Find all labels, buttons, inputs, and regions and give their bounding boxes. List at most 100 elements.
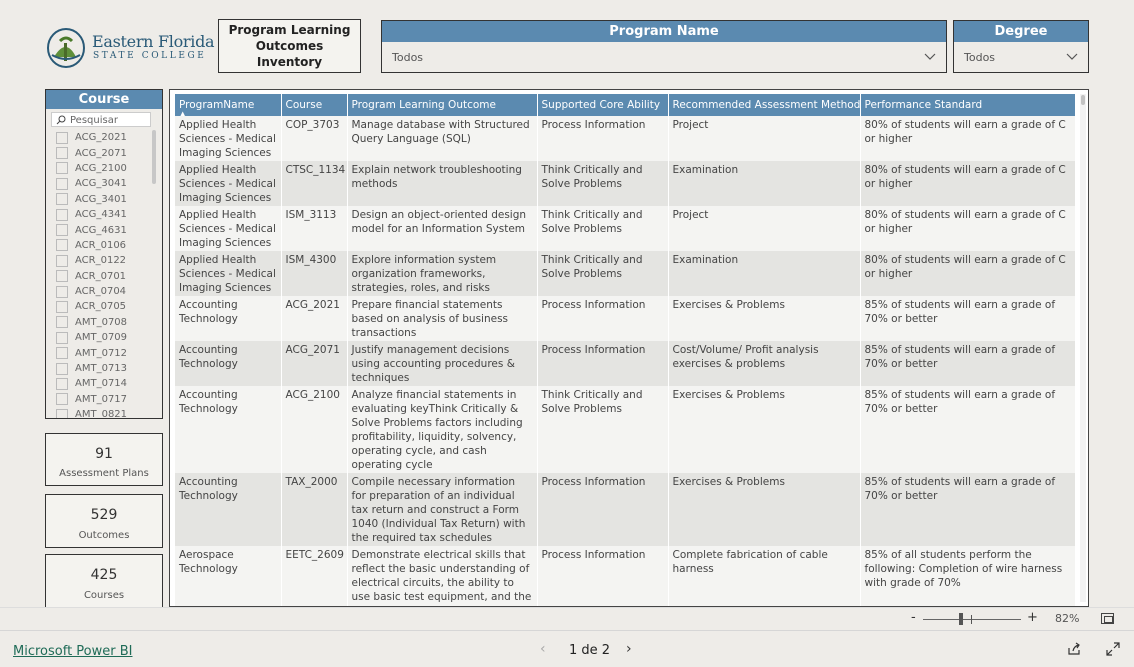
course-list-item[interactable]: ACR_0704 <box>56 284 152 299</box>
assessment-method-cell: Project <box>668 206 861 251</box>
course-checkbox[interactable] <box>56 285 68 298</box>
next-page-button[interactable]: › <box>626 641 632 657</box>
course-list-item[interactable]: ACG_2100 <box>56 161 152 176</box>
zoom-out-button[interactable]: - <box>911 610 916 625</box>
table-scrollbar-track[interactable] <box>1080 94 1086 602</box>
course-list-item[interactable]: AMT_0712 <box>56 345 152 360</box>
course-list-item[interactable]: AMT_0821 <box>56 407 152 418</box>
column-header-learning-outcome[interactable]: Program Learning Outcome <box>347 94 538 116</box>
column-header-assessment-method[interactable]: Recommended Assessment Method <box>668 94 861 116</box>
footer-bar: Microsoft Power BI ‹ 1 de 2 › <box>0 630 1134 667</box>
course-search-input[interactable]: Pesquisar <box>51 112 151 127</box>
share-icon[interactable] <box>1067 642 1081 656</box>
fullscreen-icon[interactable] <box>1106 642 1120 656</box>
course-checkbox[interactable] <box>56 300 68 313</box>
course-cell: ISM_3113 <box>281 206 348 251</box>
table-row[interactable]: Applied Health Sciences - Medical Imagin… <box>175 161 1076 206</box>
table-row[interactable]: Applied Health Sciences - Medical Imagin… <box>175 116 1076 161</box>
performance-standard-cell: 80% of students will earn a grade of C o… <box>860 206 1076 251</box>
course-list-item[interactable]: AMT_0713 <box>56 361 152 376</box>
course-checkbox[interactable] <box>56 254 68 267</box>
course-slicer[interactable]: Course Pesquisar ACG_2021 ACG_2071 ACG_210… <box>45 89 163 419</box>
course-checkbox[interactable] <box>56 193 68 206</box>
logo-subtitle: STATE COLLEGE <box>93 51 207 61</box>
course-list-item[interactable]: ACR_0705 <box>56 299 152 314</box>
course-list-item[interactable]: ACG_4631 <box>56 222 152 237</box>
fit-to-page-icon[interactable] <box>1101 613 1114 624</box>
learning-outcome-cell: Analyze financial statements in evaluati… <box>347 386 538 473</box>
course-cell: ACG_2021 <box>281 296 348 341</box>
table-row[interactable]: Accounting Technology ACG_2071 Justify man… <box>175 341 1076 386</box>
table-scrollbar-thumb[interactable] <box>1081 95 1085 105</box>
course-list-item[interactable]: ACR_0106 <box>56 238 152 253</box>
previous-page-button[interactable]: ‹ <box>540 641 546 657</box>
course-list-item[interactable]: ACG_4341 <box>56 207 152 222</box>
course-list-item[interactable]: ACR_0701 <box>56 269 152 284</box>
outcomes-table: ProgramName ▲ Course Program Learning Ou… <box>169 89 1089 607</box>
column-header-label: Supported Core Ability <box>541 99 661 111</box>
courses-label: Courses <box>83 590 125 601</box>
zoom-level: 82% <box>1055 612 1080 625</box>
course-checkbox[interactable] <box>56 347 68 360</box>
performance-standard-cell: 85% of all students perform the followin… <box>860 546 1076 606</box>
column-header-core-ability[interactable]: Supported Core Ability <box>537 94 669 116</box>
course-list-scrollbar[interactable] <box>152 130 156 184</box>
seal-icon <box>47 28 85 68</box>
learning-outcome-cell: Justify management decisions using accou… <box>347 341 538 386</box>
table-row[interactable]: Accounting Technology ACG_2021 Prepare fin… <box>175 296 1076 341</box>
course-checkbox[interactable] <box>56 208 68 221</box>
course-list-item[interactable]: AMT_0714 <box>56 376 152 391</box>
learning-outcome-cell: Prepare financial statements based on an… <box>347 296 538 341</box>
sort-ascending-icon[interactable]: ▲ <box>180 110 185 116</box>
table-row[interactable]: Aerospace Technology EETC_2609 Demonstrate… <box>175 546 1076 606</box>
course-list-item[interactable]: ACG_2071 <box>56 145 152 160</box>
column-header-course[interactable]: Course <box>281 94 348 116</box>
course-checkbox[interactable] <box>56 362 68 375</box>
column-header-performance-standard[interactable]: Performance Standard <box>860 94 1076 116</box>
course-cell: CTSC_1134 <box>281 161 348 206</box>
course-checkbox[interactable] <box>56 377 68 390</box>
degree-slicer[interactable]: Degree Todos <box>953 20 1089 73</box>
course-list-item[interactable]: ACG_3401 <box>56 192 152 207</box>
course-list-item[interactable]: ACG_3041 <box>56 176 152 191</box>
course-checkbox[interactable] <box>56 224 68 237</box>
chevron-down-icon[interactable] <box>924 51 936 64</box>
power-bi-link[interactable]: Microsoft Power BI <box>13 644 132 659</box>
course-checkbox[interactable] <box>56 239 68 252</box>
course-checkbox[interactable] <box>56 393 68 406</box>
course-list-item[interactable]: AMT_0708 <box>56 315 152 330</box>
course-list-item[interactable]: ACG_2021 <box>56 130 152 145</box>
course-checkbox[interactable] <box>56 131 68 144</box>
course-checkbox[interactable] <box>56 177 68 190</box>
program-name-slicer[interactable]: Program Name Todos <box>381 20 947 73</box>
table-row[interactable]: Accounting Technology ACG_2100 Analyze fin… <box>175 386 1076 473</box>
assessment-method-cell: Project <box>668 116 861 161</box>
course-checkbox[interactable] <box>56 162 68 175</box>
course-list-item[interactable]: AMT_0709 <box>56 330 152 345</box>
column-header-label: Course <box>285 99 323 111</box>
program-name-cell: Accounting Technology <box>175 341 282 386</box>
program-name-dropdown[interactable]: Todos <box>392 51 936 64</box>
course-checkbox[interactable] <box>56 316 68 329</box>
assessment-method-cell: Examination <box>668 161 861 206</box>
chevron-down-icon[interactable] <box>1066 51 1078 64</box>
course-checkbox[interactable] <box>56 270 68 283</box>
zoom-in-button[interactable]: + <box>1027 610 1038 625</box>
column-header-programname[interactable]: ProgramName ▲ <box>175 94 282 116</box>
course-checkbox[interactable] <box>56 408 68 418</box>
table-row[interactable]: Applied Health Sciences - Medical Imagin… <box>175 206 1076 251</box>
course-list-item[interactable]: ACR_0122 <box>56 253 152 268</box>
zoom-slider-track[interactable] <box>923 619 1021 620</box>
course-list-item[interactable]: AMT_0717 <box>56 392 152 407</box>
course-label: AMT_0713 <box>75 363 128 375</box>
course-checkbox[interactable] <box>56 331 68 344</box>
degree-dropdown[interactable]: Todos <box>964 51 1078 64</box>
zoom-slider-handle[interactable] <box>959 613 963 625</box>
course-label: ACG_4341 <box>75 209 127 221</box>
core-ability-cell: Think Critically and Solve Problems <box>537 206 669 251</box>
table-row[interactable]: Applied Health Sciences - Medical Imagin… <box>175 251 1076 296</box>
report-title: Program Learning Outcomes Inventory <box>218 19 361 73</box>
table-row[interactable]: Accounting Technology TAX_2000 Compile nec… <box>175 473 1076 546</box>
course-label: ACG_3041 <box>75 178 127 190</box>
course-checkbox[interactable] <box>56 147 68 160</box>
